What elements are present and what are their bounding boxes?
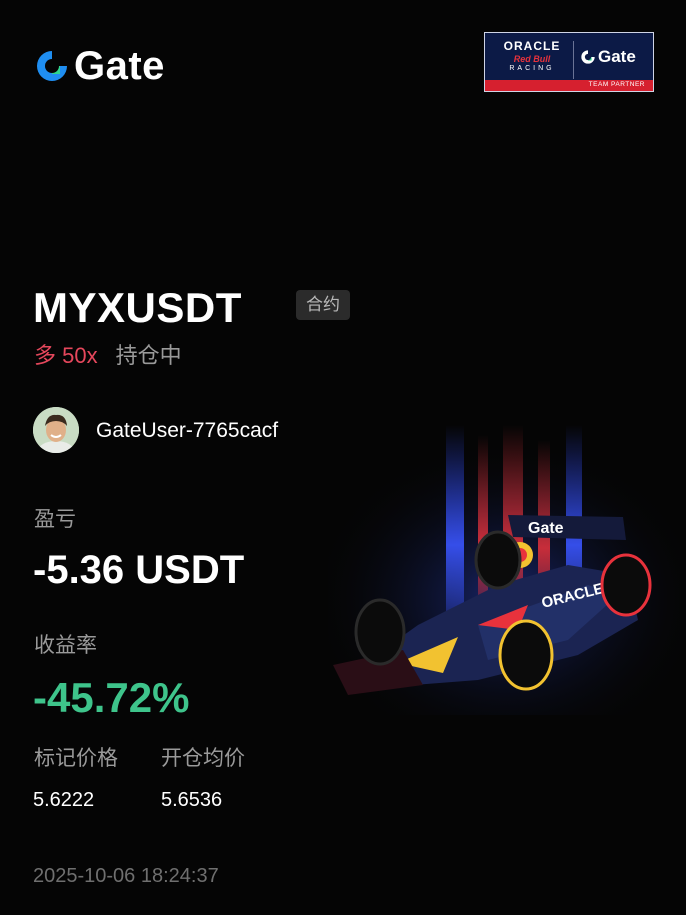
roi-value: -45.72% [33,674,190,721]
entry-price-value: 5.6536 [161,789,223,811]
contract-type-tag: 合约 [296,290,350,320]
username: GateUser-7765cacf [96,419,279,442]
avatar [33,407,79,453]
timestamp: 2025-10-06 18:24:37 [33,865,219,887]
pnl-value: -5.36 USDT [33,548,245,592]
svg-text:Gate: Gate [528,520,564,537]
partner-label-bar: TEAM PARTNER [485,80,653,91]
partner-gate-logo: Gate [580,47,636,67]
redbull-wordmark: Red Bull [513,54,551,64]
partner-badge: ORACLE Red Bull RACING Gate TEAM PARTNER [484,32,654,92]
oracle-wordmark: ORACLE [503,39,561,53]
gate-logo-icon [37,51,67,81]
mark-price-value: 5.6222 [33,789,95,811]
pnl-label: 盈亏 [34,508,76,531]
roi-label: 收益率 [34,634,97,657]
trading-pair: MYXUSDT [33,284,242,331]
gate-mini-icon [581,50,595,64]
badge-divider [573,41,574,79]
gate-logo: Gate [34,46,165,86]
user-avatar-icon [33,407,79,453]
logo-text: Gate [74,44,165,88]
racing-wordmark: RACING [509,65,555,72]
position-summary: 多 50x 持仓中 [34,342,182,370]
f1-car-illustration: Gate ORACLE [328,425,686,715]
entry-price-label: 开仓均价 [161,747,245,770]
mark-price-label: 标记价格 [34,747,118,770]
position-status: 持仓中 [115,343,182,368]
team-partner-label: TEAM PARTNER [588,81,645,88]
position-side-leverage: 多 50x [34,343,98,368]
